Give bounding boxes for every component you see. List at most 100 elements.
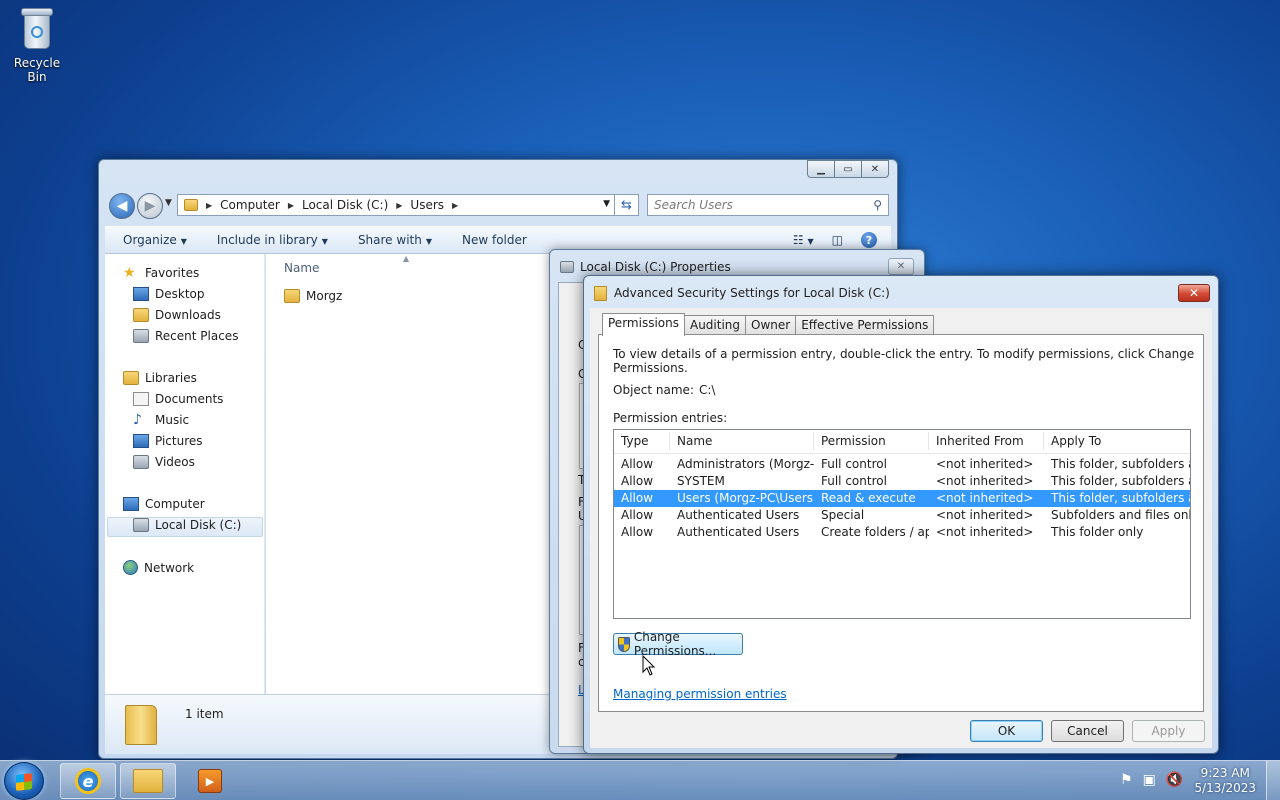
breadcrumb-computer[interactable]: Computer: [220, 198, 280, 212]
nav-libraries[interactable]: Libraries: [123, 371, 197, 385]
forward-button[interactable]: ▶: [137, 193, 163, 219]
tab-permissions[interactable]: Permissions: [602, 313, 685, 336]
drive-icon: [560, 261, 574, 273]
apply-button[interactable]: Apply: [1132, 720, 1205, 742]
nav-network[interactable]: Network: [123, 560, 194, 575]
maximize-button[interactable]: ▭: [834, 160, 862, 178]
pictures-icon: [133, 434, 149, 448]
taskbar-media-player[interactable]: ▶: [182, 763, 238, 799]
mouse-cursor-icon: [642, 655, 656, 676]
nav-item-documents[interactable]: Documents: [133, 392, 223, 406]
permission-entries-list[interactable]: Type Name Permission Inherited From Appl…: [613, 429, 1191, 619]
volume-muted-icon[interactable]: 🔇: [1166, 772, 1183, 788]
view-controls: ☷ ▼ ◫ ?: [793, 232, 877, 248]
organize-button[interactable]: Organize ▼: [123, 233, 187, 247]
nav-item-music[interactable]: ♪ Music: [133, 413, 189, 427]
windows-logo-icon: [16, 773, 32, 791]
nav-favorites[interactable]: ★ Favorites: [123, 266, 199, 280]
help-icon[interactable]: ?: [861, 232, 877, 248]
table-cell: Full control: [821, 474, 887, 488]
new-folder-button[interactable]: New folder: [462, 233, 527, 247]
chevron-right-icon[interactable]: ▶: [452, 201, 458, 210]
dialog-close-button[interactable]: ✕: [1178, 284, 1210, 302]
table-row[interactable]: Allow Users (Morgz-PC\Users) Read & execut…: [614, 490, 1190, 507]
videos-icon: [133, 455, 149, 469]
object-name-value: C:\: [699, 383, 716, 397]
close-button[interactable]: ✕: [861, 160, 889, 178]
recycle-bin[interactable]: Recycle Bin: [4, 6, 70, 84]
table-cell: Full control: [821, 457, 887, 471]
breadcrumb-local-disk[interactable]: Local Disk (C:): [302, 198, 388, 212]
start-button[interactable]: [4, 762, 44, 800]
nav-item-local-disk[interactable]: Local Disk (C:): [133, 518, 241, 532]
address-bar[interactable]: ▶ Computer ▶ Local Disk (C:) ▶ Users ▶ ▼: [177, 194, 615, 216]
table-cell: Allow: [621, 525, 654, 539]
change-permissions-button[interactable]: Change Permissions...: [613, 630, 743, 658]
show-desktop-button[interactable]: [1266, 761, 1280, 800]
minimize-button[interactable]: ▁: [807, 160, 835, 178]
search-placeholder: Search Users: [654, 198, 733, 212]
recycle-bin-icon: [19, 6, 55, 50]
search-icon[interactable]: ⚲: [873, 198, 882, 212]
nav-item-downloads[interactable]: Downloads: [133, 308, 221, 322]
table-row[interactable]: Allow Authenticated Users Create folders /…: [614, 524, 1190, 541]
chevron-right-icon[interactable]: ▶: [206, 201, 212, 210]
documents-icon: [133, 392, 149, 406]
network-tray-icon[interactable]: ▣: [1143, 772, 1156, 788]
object-name-label: Object name:: [613, 383, 694, 397]
table-cell: Create folders / app...: [821, 525, 929, 539]
chevron-right-icon[interactable]: ▶: [396, 201, 402, 210]
column-header-type[interactable]: Type: [614, 432, 670, 450]
taskbar-windows-explorer[interactable]: [120, 763, 176, 799]
change-view-icon[interactable]: ☷ ▼: [793, 233, 814, 247]
managing-permission-entries-link[interactable]: Managing permission entries: [613, 687, 787, 701]
action-center-flag-icon[interactable]: ⚑: [1120, 772, 1133, 788]
tab-auditing[interactable]: Auditing: [683, 315, 747, 335]
table-cell: <not inherited>: [936, 457, 1034, 471]
nav-computer[interactable]: Computer: [123, 497, 205, 511]
column-header-inherited-from[interactable]: Inherited From: [929, 432, 1044, 450]
nav-item-desktop[interactable]: Desktop: [133, 287, 205, 301]
breadcrumb-users[interactable]: Users: [410, 198, 444, 212]
nav-item-videos[interactable]: Videos: [133, 455, 195, 469]
desktop-icon: [133, 287, 149, 301]
recent-pages-dropdown[interactable]: ▼: [165, 198, 172, 208]
table-row[interactable]: Allow Authenticated Users Special <not inhe…: [614, 507, 1190, 524]
cancel-button[interactable]: Cancel: [1051, 720, 1124, 742]
chevron-right-icon[interactable]: ▶: [288, 201, 294, 210]
column-header-name[interactable]: Name: [670, 432, 814, 450]
table-row[interactable]: Allow SYSTEM Full control <not inherited> Th…: [614, 473, 1190, 490]
search-input[interactable]: Search Users ⚲: [647, 194, 889, 216]
table-row[interactable]: Allow Administrators (Morgz-PC\... Full co…: [614, 456, 1190, 473]
table-cell: Allow: [621, 457, 654, 471]
table-cell: This folder only: [1051, 525, 1144, 539]
address-dropdown-icon[interactable]: ▼: [603, 199, 610, 209]
list-header: Type Name Permission Inherited From Appl…: [614, 430, 1190, 454]
column-header-apply-to[interactable]: Apply To: [1044, 432, 1190, 450]
ok-button[interactable]: OK: [970, 720, 1043, 742]
dialog-title: Advanced Security Settings for Local Dis…: [614, 286, 890, 300]
nav-item-pictures[interactable]: Pictures: [133, 434, 203, 448]
table-cell: <not inherited>: [936, 525, 1034, 539]
refresh-button[interactable]: ⇆: [615, 194, 639, 216]
preview-pane-icon[interactable]: ◫: [832, 233, 843, 247]
tab-effective-permissions[interactable]: Effective Permissions: [795, 315, 935, 335]
properties-close-button[interactable]: ✕: [888, 258, 914, 275]
recent-places-icon: [133, 329, 149, 343]
local-disk-icon: [133, 518, 149, 532]
table-cell: Subfolders and files only: [1051, 508, 1190, 522]
tab-owner[interactable]: Owner: [745, 315, 797, 335]
taskbar-internet-explorer[interactable]: e: [60, 763, 116, 799]
navigation-pane: ★ Favorites Desktop Downloads Recent Pla…: [105, 254, 265, 754]
list-item[interactable]: Morgz: [284, 289, 342, 303]
windows-explorer-icon: [133, 769, 163, 793]
explorer-caption-buttons: ▁ ▭ ✕: [807, 160, 889, 178]
back-button[interactable]: ◀: [109, 193, 135, 219]
clock[interactable]: 9:23 AM 5/13/2023: [1194, 766, 1256, 796]
column-header-permission[interactable]: Permission: [814, 432, 929, 450]
nav-item-recent-places[interactable]: Recent Places: [133, 329, 238, 343]
share-with-button[interactable]: Share with ▼: [358, 233, 432, 247]
include-in-library-button[interactable]: Include in library ▼: [217, 233, 328, 247]
tab-strip: Permissions Auditing Owner Effective Per…: [602, 313, 935, 336]
column-header-name[interactable]: Name: [284, 261, 319, 275]
